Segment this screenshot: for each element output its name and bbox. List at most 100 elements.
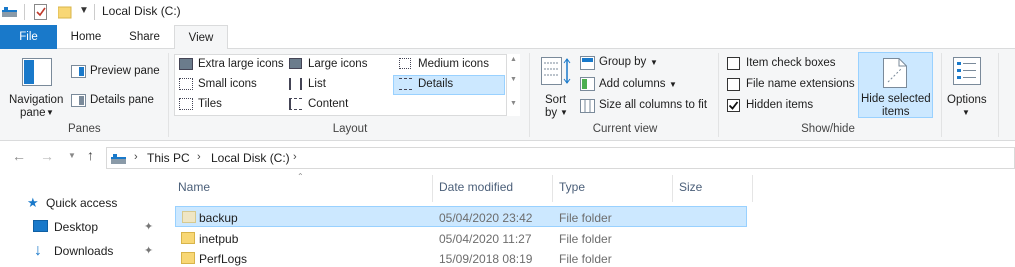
tab-file[interactable]: File (0, 25, 57, 49)
hide-selected-label-1: Hide selected (861, 93, 931, 105)
layout-large-icons[interactable]: Large icons (308, 58, 367, 70)
column-divider[interactable] (432, 175, 433, 202)
breadcrumb-this-pc[interactable]: This PC (147, 151, 190, 165)
sort-ascending-icon: ⌃ (297, 172, 304, 181)
medium-icons-icon (399, 58, 411, 69)
size-columns-icon (580, 99, 595, 113)
new-folder-icon[interactable] (58, 5, 72, 19)
column-divider[interactable] (672, 175, 673, 202)
hide-selected-label-2: items (882, 106, 910, 118)
current-view-group-label: Current view (592, 123, 658, 135)
ribbon-separator (718, 53, 719, 137)
breadcrumb-separator-icon[interactable]: › (197, 151, 201, 163)
layout-details[interactable]: Details (418, 78, 453, 90)
layout-extra-large-icons[interactable]: Extra large icons (198, 58, 284, 70)
hidden-items-checkbox[interactable] (727, 99, 740, 112)
file-name-extensions-checkbox[interactable] (727, 78, 740, 91)
checkmark-icon (728, 101, 739, 110)
drive-icon[interactable] (2, 5, 18, 19)
hide-selected-items-button[interactable]: Hide selected items (858, 52, 933, 118)
ribbon-tabs: File Home Share View (0, 25, 1015, 50)
properties-icon[interactable] (34, 4, 48, 20)
layout-content[interactable]: Content (308, 98, 348, 110)
preview-pane-icon (71, 65, 86, 78)
file-type: File folder (559, 211, 612, 225)
chevron-down-icon: ▼ (669, 80, 677, 89)
item-check-boxes-label[interactable]: Item check boxes (746, 57, 835, 69)
downloads-icon: ↓ (34, 242, 42, 259)
layout-list[interactable]: List (308, 78, 326, 90)
sort-icon (541, 57, 571, 85)
layout-small-icons[interactable]: Small icons (198, 78, 257, 90)
large-icons-icon (289, 58, 302, 69)
layout-tiles[interactable]: Tiles (198, 98, 222, 110)
pin-icon[interactable]: ✦ (144, 220, 153, 233)
layout-scroller[interactable]: ▲ ▼ ▼ (506, 54, 520, 116)
breadcrumb-separator-icon[interactable]: › (293, 151, 297, 163)
file-name: backup (199, 211, 238, 225)
hidden-items-label[interactable]: Hidden items (746, 99, 813, 111)
navigation-bar: ← → ▼ ↑ › This PC › Local Disk (C:) › (0, 141, 1015, 175)
folder-icon (182, 211, 196, 223)
column-header-type[interactable]: Type (559, 180, 585, 194)
expand-gallery-icon[interactable]: ▼ (510, 100, 517, 107)
back-arrow-icon[interactable]: ← (12, 148, 26, 164)
sort-by-button[interactable]: Sort by ▼ (537, 52, 573, 120)
tab-view[interactable]: View (174, 25, 228, 50)
file-type: File folder (559, 252, 612, 266)
show-hide-group-label: Show/hide (801, 123, 855, 135)
address-bar[interactable]: › This PC › Local Disk (C:) › (106, 147, 1015, 169)
layout-medium-icons[interactable]: Medium icons (418, 58, 489, 70)
nav-quick-access[interactable]: Quick access (46, 196, 117, 210)
ribbon-separator (998, 53, 999, 137)
scroll-down-icon[interactable]: ▼ (510, 76, 517, 83)
window-title: Local Disk (C:) (102, 4, 181, 18)
options-button[interactable]: Options ▼ (945, 52, 991, 120)
navigation-pane: ★ Quick access Desktop ✦ ↓ Downloads ✦ (0, 175, 170, 267)
nav-desktop[interactable]: Desktop (54, 220, 98, 234)
recent-locations-icon[interactable]: ▼ (68, 151, 76, 160)
file-name-extensions-label[interactable]: File name extensions (746, 78, 855, 90)
file-date: 05/04/2020 23:42 (439, 211, 533, 225)
drive-icon (111, 154, 126, 164)
column-header-date-modified[interactable]: Date modified (439, 180, 513, 194)
forward-arrow-icon[interactable]: → (40, 148, 54, 164)
column-divider[interactable] (552, 175, 553, 202)
breadcrumb-separator-icon[interactable]: › (134, 151, 138, 163)
group-by-icon (580, 56, 595, 70)
file-type: File folder (559, 232, 612, 246)
column-header-size[interactable]: Size (679, 180, 702, 194)
scroll-up-icon[interactable]: ▲ (510, 56, 517, 63)
small-icons-icon (179, 78, 193, 90)
navigation-pane-label-1: Navigation (9, 94, 64, 106)
pin-icon[interactable]: ✦ (144, 244, 153, 257)
preview-pane-button[interactable]: Preview pane (90, 65, 160, 77)
file-name: PerfLogs (199, 252, 248, 266)
add-columns-button[interactable]: Add columns (599, 78, 665, 90)
size-all-columns-button[interactable]: Size all columns to fit (599, 99, 707, 111)
details-pane-button[interactable]: Details pane (90, 94, 154, 106)
column-header-name[interactable]: Name (178, 180, 210, 194)
desktop-icon (33, 220, 48, 232)
navigation-pane-icon (22, 58, 52, 86)
ribbon-separator (168, 53, 169, 137)
file-name: inetpub (199, 232, 239, 246)
sort-label-2: by (545, 107, 558, 119)
file-row[interactable]: backup 05/04/2020 23:42 File folder (175, 206, 747, 227)
file-date: 05/04/2020 11:27 (439, 232, 532, 246)
file-row[interactable]: inetpub 05/04/2020 11:27 File folder (175, 228, 747, 249)
quick-access-dropdown-icon[interactable]: ▼ (79, 5, 89, 16)
file-date: 15/09/2018 08:19 (439, 252, 533, 266)
file-row[interactable]: PerfLogs 15/09/2018 08:19 File folder (175, 248, 747, 267)
tiles-icon (179, 98, 193, 110)
group-by-button[interactable]: Group by (599, 56, 646, 68)
nav-downloads[interactable]: Downloads (54, 244, 113, 258)
item-check-boxes-checkbox[interactable] (727, 57, 740, 70)
tab-share[interactable]: Share (115, 25, 174, 49)
up-arrow-icon[interactable]: ↑ (87, 147, 94, 163)
tab-home[interactable]: Home (57, 25, 115, 49)
breadcrumb-local-disk[interactable]: Local Disk (C:) (211, 151, 290, 165)
chevron-down-icon: ▼ (560, 108, 568, 117)
navigation-pane-button[interactable]: Navigation pane ▼ (4, 52, 66, 120)
column-divider[interactable] (752, 175, 753, 202)
